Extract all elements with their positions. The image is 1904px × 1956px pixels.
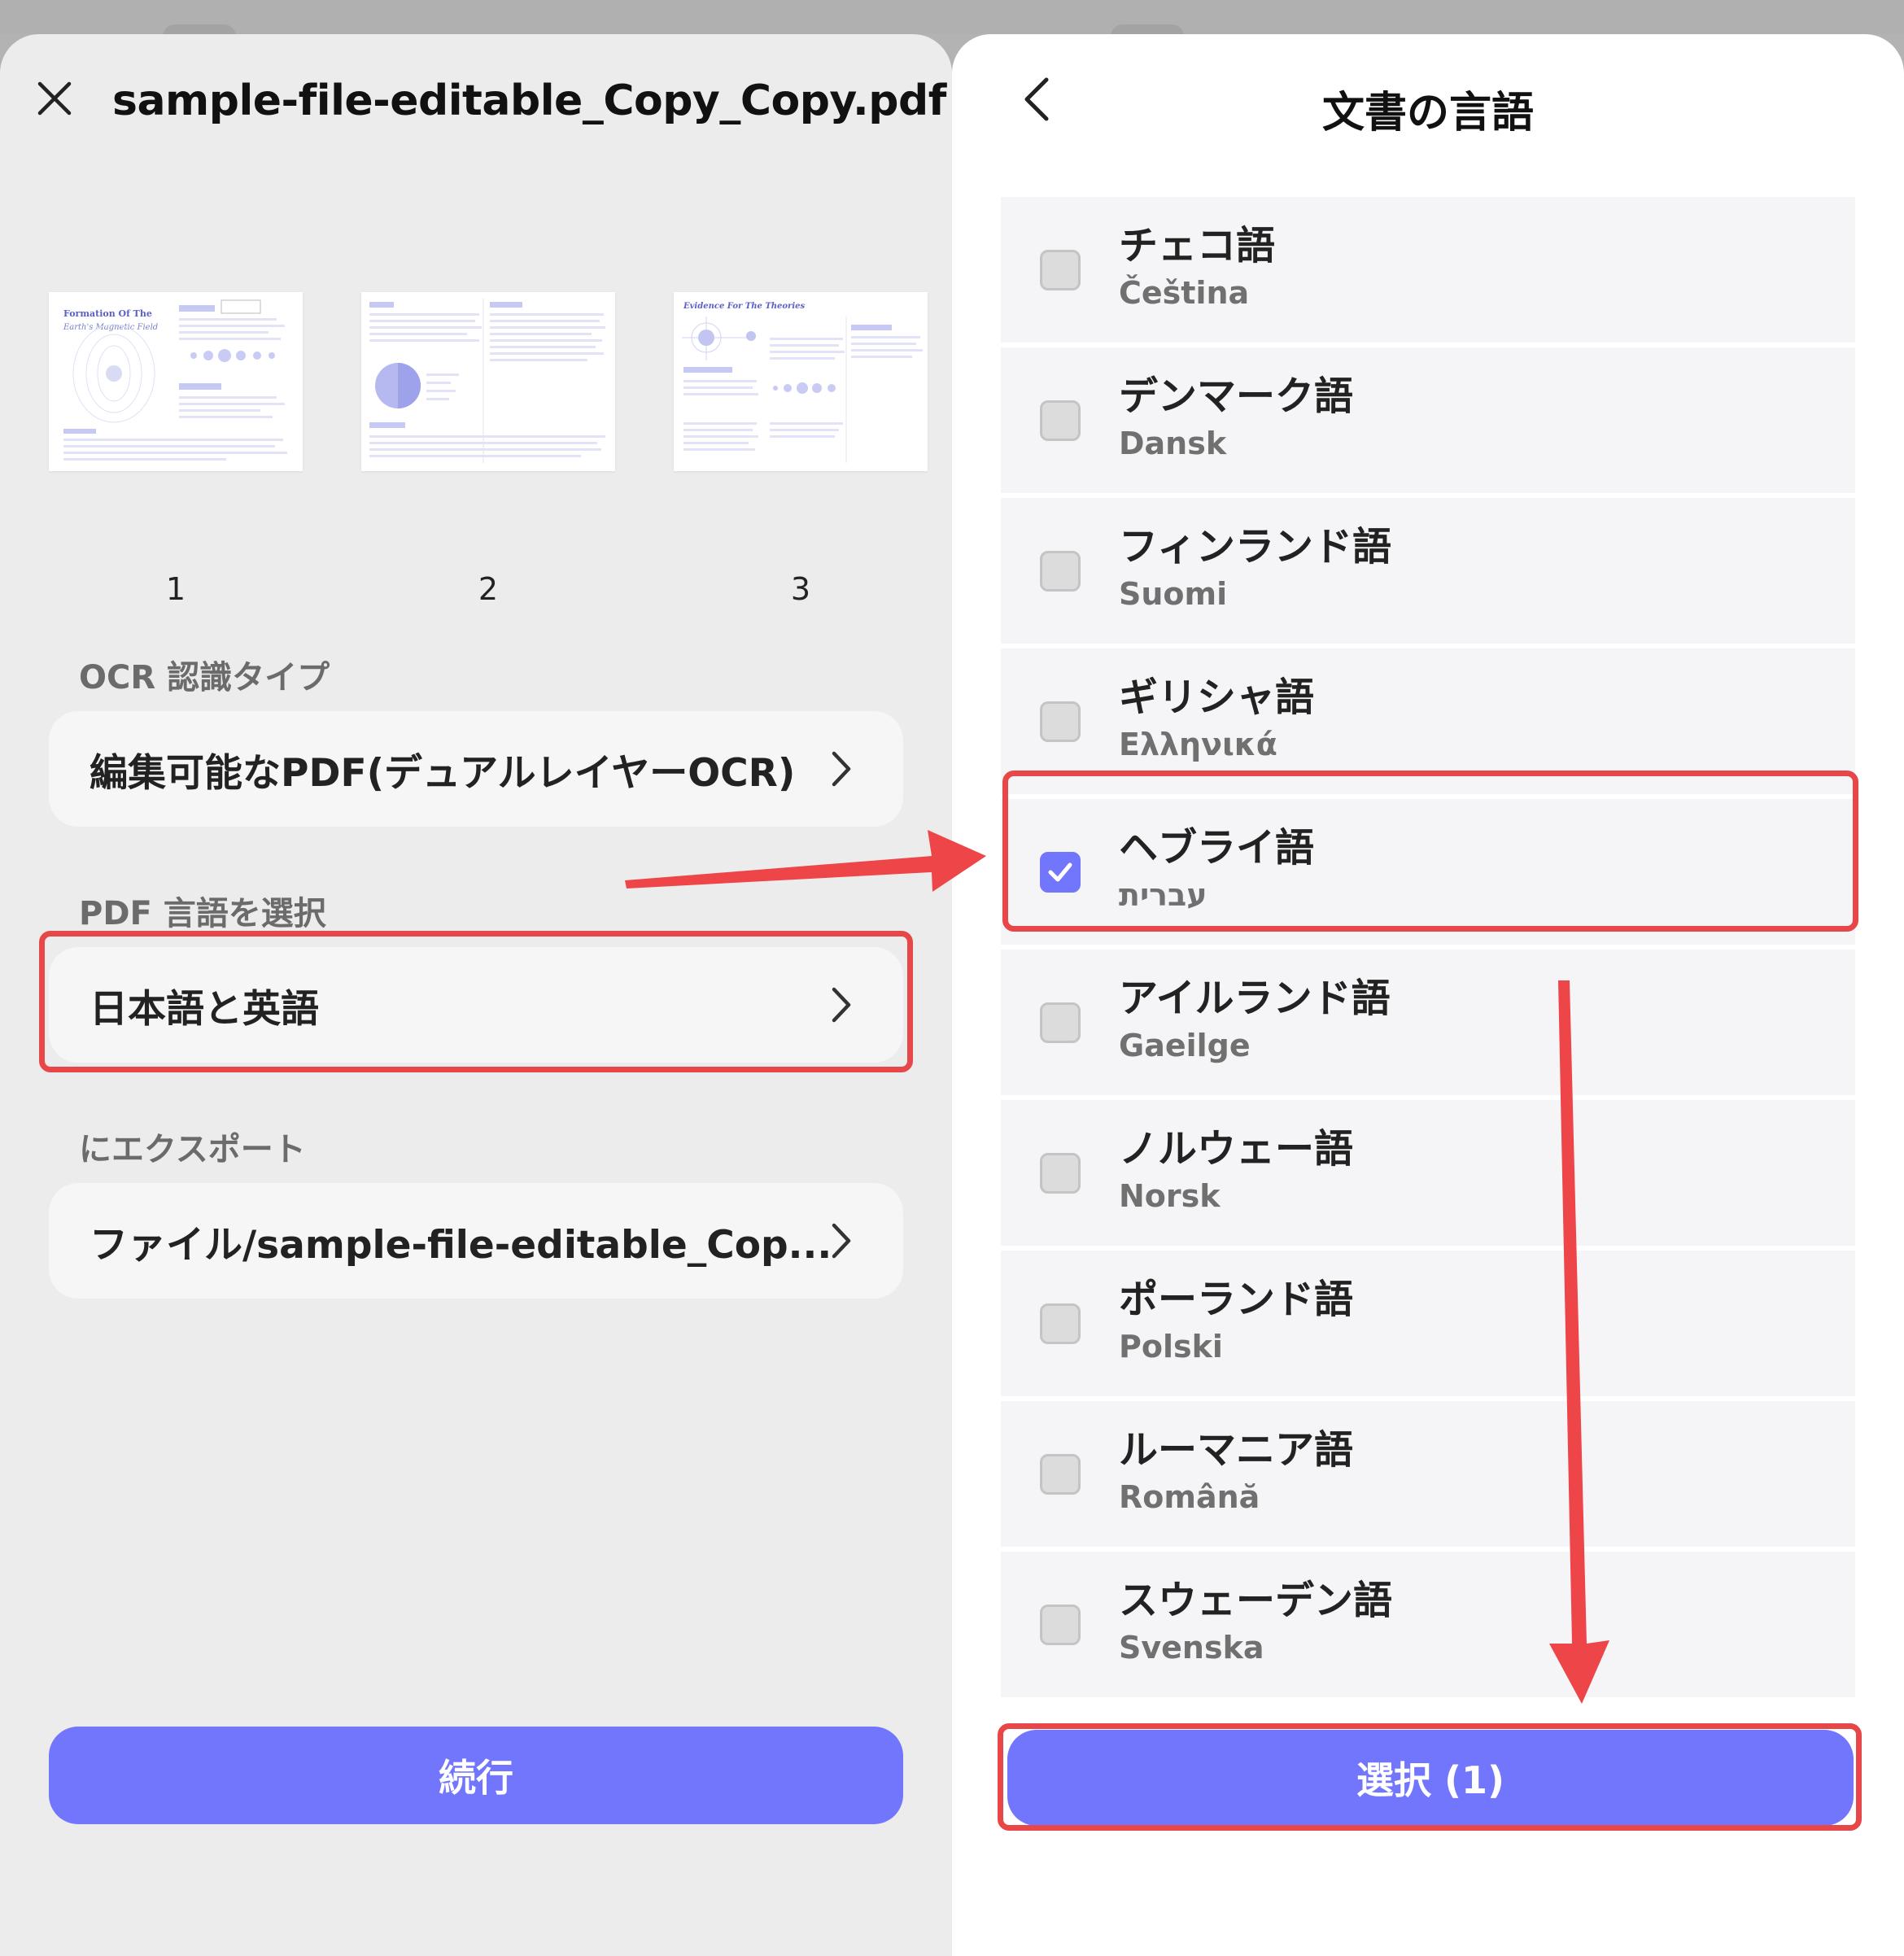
language-native-name: Polski xyxy=(1119,1329,1223,1364)
thumb-subheading: Earth's Magnetic Field xyxy=(63,323,158,332)
language-native-name: Suomi xyxy=(1119,576,1228,612)
ocr-type-value: 編集可能なPDF(デュアルレイヤーOCR) xyxy=(90,750,796,796)
checkbox-checked[interactable] xyxy=(1040,851,1081,893)
checkbox[interactable] xyxy=(1040,1002,1081,1043)
page-title: 文書の言語 xyxy=(1321,89,1534,138)
checkbox[interactable] xyxy=(1040,1604,1081,1645)
checkbox[interactable] xyxy=(1040,1303,1081,1344)
checkbox[interactable] xyxy=(1040,399,1081,441)
language-item[interactable]: フィンランド語 Suomi xyxy=(1001,498,1855,646)
language-name: デンマーク語 xyxy=(1119,373,1354,419)
page-number: 3 xyxy=(790,571,811,607)
chevron-right-icon xyxy=(832,751,851,787)
continue-button[interactable]: 続行 xyxy=(49,1727,903,1824)
checkbox[interactable] xyxy=(1040,249,1081,290)
language-name: ヘブライ語 xyxy=(1119,825,1315,871)
close-button[interactable] xyxy=(31,75,78,122)
language-item[interactable]: チェコ語 Čeština xyxy=(1001,197,1855,345)
ocr-type-label: OCR 認識タイプ xyxy=(79,659,330,696)
export-value: ファイル/sample-file-editable_Cop... xyxy=(90,1222,832,1268)
language-name: フィンランド語 xyxy=(1119,524,1392,570)
page-thumbnail-3[interactable]: Evidence For The Theories xyxy=(674,292,928,471)
page-number: 2 xyxy=(478,571,499,607)
file-title: sample-file-editable_Copy_Copy.pdf xyxy=(112,76,946,125)
language-name: ルーマニア語 xyxy=(1119,1427,1354,1473)
language-item[interactable]: スウェーデン語 Svenska xyxy=(1001,1552,1855,1698)
language-name: アイルランド語 xyxy=(1119,976,1391,1021)
close-icon xyxy=(37,81,72,116)
language-select-sheet: 文書の言語 チェコ語 Čeština デンマーク語 Dansk フィンランド語 … xyxy=(952,34,1904,1956)
select-button[interactable]: 選択 (1) xyxy=(1007,1730,1854,1826)
language-name: チェコ語 xyxy=(1119,223,1276,269)
page-number: 1 xyxy=(165,571,186,607)
language-item[interactable]: アイルランド語 Gaeilge xyxy=(1001,950,1855,1098)
ocr-type-row[interactable]: 編集可能なPDF(デュアルレイヤーOCR) xyxy=(49,711,903,827)
language-row[interactable]: 日本語と英語 xyxy=(49,947,903,1063)
chevron-right-icon xyxy=(832,987,851,1023)
checkbox[interactable] xyxy=(1040,550,1081,592)
language-native-name: עברית xyxy=(1119,877,1207,913)
language-native-name: Ελληνικά xyxy=(1119,727,1277,762)
checkbox[interactable] xyxy=(1040,1453,1081,1495)
background-strip xyxy=(0,0,1904,34)
ocr-settings-sheet: sample-file-editable_Copy_Copy.pdf Forma… xyxy=(0,34,952,1956)
export-row[interactable]: ファイル/sample-file-editable_Cop... xyxy=(49,1183,903,1299)
page-thumbnail-1[interactable]: Formation Of The Earth's Magnetic Field xyxy=(49,292,303,471)
language-native-name: Română xyxy=(1119,1479,1260,1515)
page-thumbnail-2[interactable] xyxy=(361,292,615,471)
language-value: 日本語と英語 xyxy=(90,986,319,1032)
language-item[interactable]: ポーランド語 Polski xyxy=(1001,1251,1855,1399)
language-native-name: Svenska xyxy=(1119,1630,1264,1666)
checkmark-icon xyxy=(1048,862,1072,881)
language-name: スウェーデン語 xyxy=(1119,1578,1393,1623)
language-item-selected[interactable]: ヘブライ語 עברית xyxy=(1001,799,1855,947)
thumb-heading: Formation Of The xyxy=(63,308,152,319)
language-item[interactable]: デンマーク語 Dansk xyxy=(1001,347,1855,496)
checkbox[interactable] xyxy=(1040,701,1081,742)
language-label: PDF 言語を選択 xyxy=(79,895,326,932)
checkbox[interactable] xyxy=(1040,1152,1081,1194)
chevron-right-icon xyxy=(832,1223,851,1259)
language-name: ノルウェー語 xyxy=(1119,1126,1354,1172)
language-native-name: Dansk xyxy=(1119,426,1227,461)
language-item[interactable]: ノルウェー語 Norsk xyxy=(1001,1100,1855,1248)
export-label: にエクスポート xyxy=(79,1131,306,1168)
language-name: ギリシャ語 xyxy=(1119,675,1315,720)
language-list: チェコ語 Čeština デンマーク語 Dansk フィンランド語 Suomi … xyxy=(1001,197,1855,1698)
language-item[interactable]: ギリシャ語 Ελληνικά xyxy=(1001,648,1855,797)
language-native-name: Čeština xyxy=(1119,275,1250,311)
language-native-name: Norsk xyxy=(1119,1178,1221,1214)
thumb-heading: Evidence For The Theories xyxy=(683,302,805,311)
language-name: ポーランド語 xyxy=(1119,1277,1354,1322)
language-native-name: Gaeilge xyxy=(1119,1028,1251,1063)
language-item[interactable]: ルーマニア語 Română xyxy=(1001,1401,1855,1549)
